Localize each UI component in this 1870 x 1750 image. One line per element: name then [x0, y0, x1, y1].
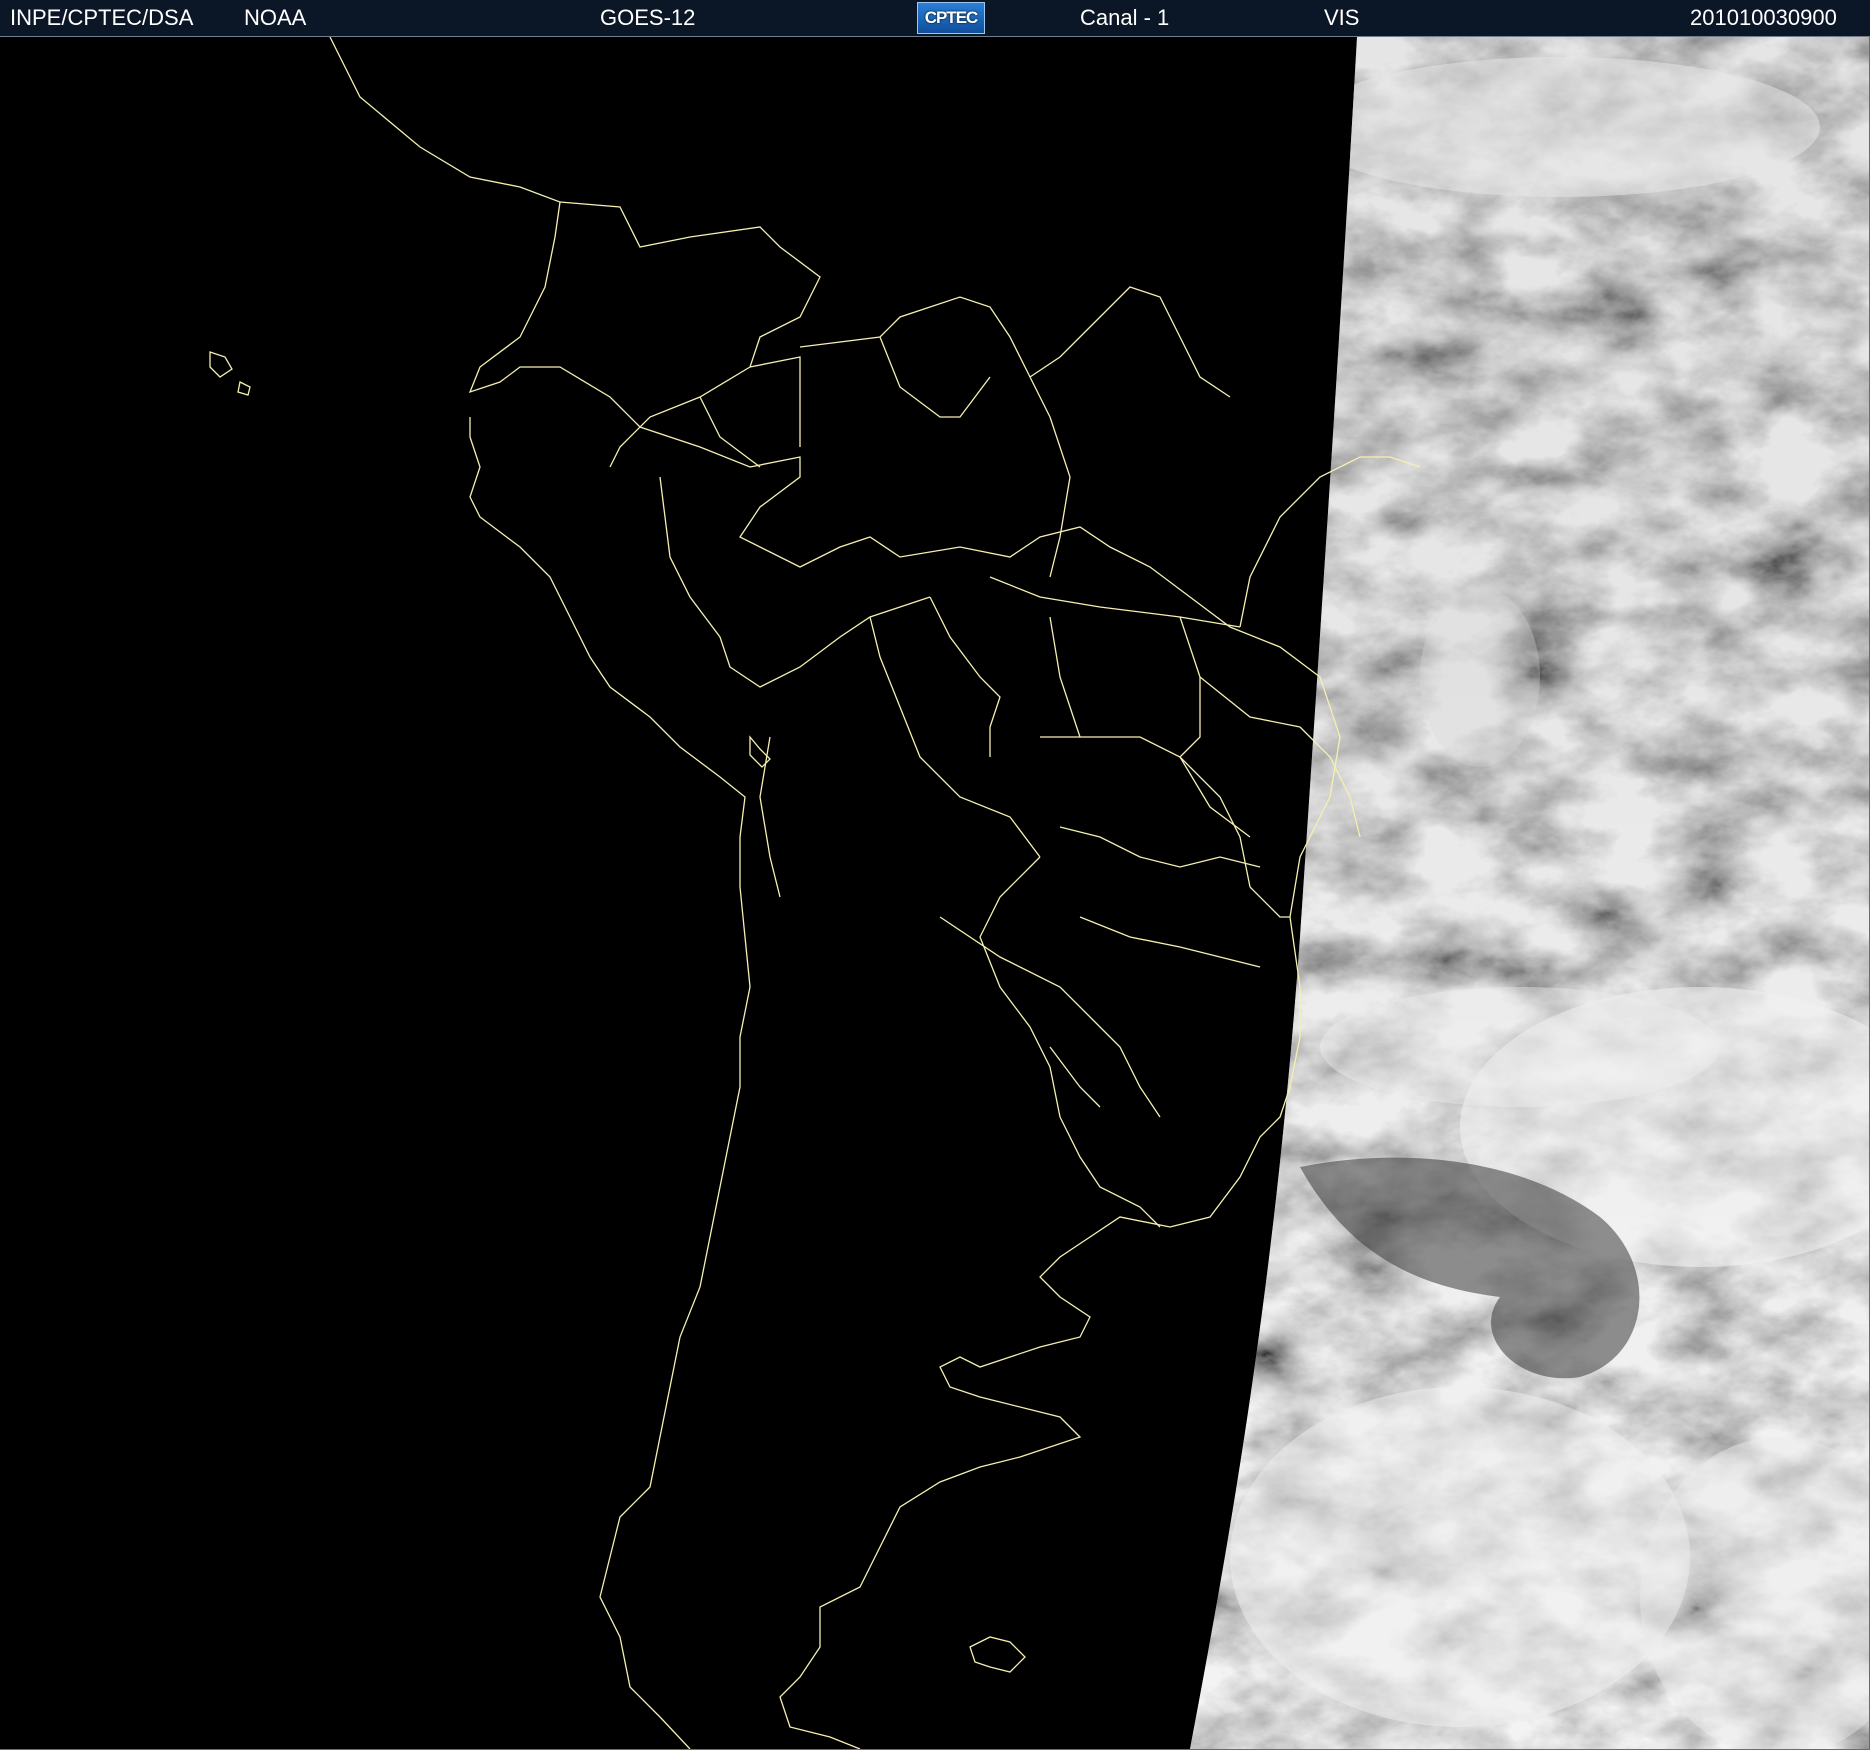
channel-label: Canal - 1 [1080, 5, 1170, 30]
image-frame [0, 37, 1870, 1750]
image-header: INPE/CPTEC/DSA NOAA GOES-12 CPTEC Canal … [0, 0, 1870, 37]
institution-label: INPE/CPTEC/DSA [10, 5, 194, 30]
satellite-label: GOES-12 [600, 5, 696, 30]
cptec-logo: CPTEC [917, 2, 985, 34]
agency-label: NOAA [244, 5, 307, 30]
timestamp-label: 201010030900 [1690, 5, 1837, 30]
band-label: VIS [1324, 5, 1360, 30]
